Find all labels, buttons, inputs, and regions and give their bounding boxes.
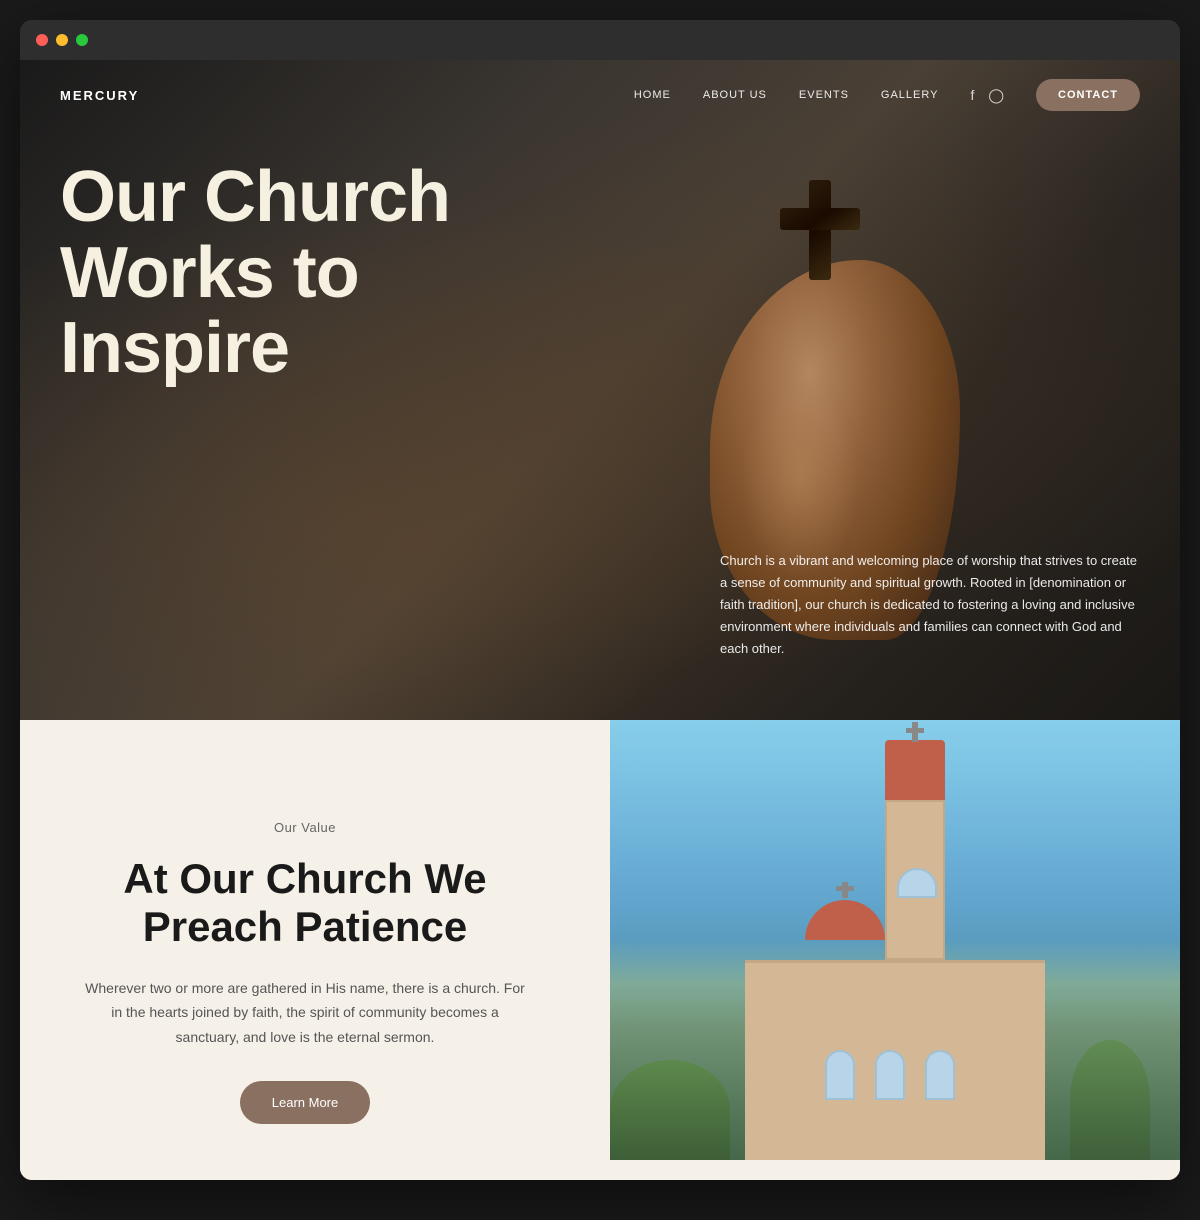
- facebook-icon[interactable]: f: [970, 87, 974, 103]
- website: MERCURY HOME ABOUT US EVENTS GALLERY f ◯…: [20, 60, 1180, 1180]
- nav-home[interactable]: HOME: [634, 89, 671, 101]
- section-body: Wherever two or more are gathered in His…: [80, 976, 530, 1050]
- browser-content: MERCURY HOME ABOUT US EVENTS GALLERY f ◯…: [20, 60, 1180, 1180]
- site-logo: MERCURY: [60, 88, 139, 103]
- minimize-button[interactable]: [56, 34, 68, 46]
- cross-shape: [780, 180, 860, 280]
- tree-right: [1070, 1040, 1150, 1160]
- hero-section: MERCURY HOME ABOUT US EVENTS GALLERY f ◯…: [20, 60, 1180, 720]
- hero-headline: Our Church Works to Inspire: [60, 160, 450, 387]
- church-windows: [825, 1050, 955, 1100]
- section-text-panel: Our Value At Our Church We Preach Patien…: [20, 780, 570, 1164]
- nav-links: HOME ABOUT US EVENTS GALLERY f ◯ CONTACT: [634, 79, 1140, 111]
- church-window-3: [925, 1050, 955, 1100]
- church-dome: [805, 900, 885, 940]
- close-button[interactable]: [36, 34, 48, 46]
- tree-left: [610, 1060, 730, 1160]
- tower-cross: [912, 722, 918, 742]
- tower-roof: [885, 740, 945, 800]
- church-image-panel: [610, 720, 1180, 1160]
- nav-social: f ◯: [970, 87, 1004, 104]
- section-label: Our Value: [80, 820, 530, 835]
- cross-horizontal: [780, 208, 860, 230]
- church-image-background: [610, 720, 1180, 1160]
- cross-vertical: [809, 180, 831, 280]
- nav-gallery[interactable]: GALLERY: [881, 89, 939, 101]
- section-title: At Our Church We Preach Patience: [80, 855, 530, 952]
- church-tower: [885, 800, 945, 960]
- church-body: [745, 960, 1045, 1160]
- instagram-icon[interactable]: ◯: [988, 87, 1004, 104]
- hero-description: Church is a vibrant and welcoming place …: [720, 550, 1140, 660]
- church-building: [695, 860, 1095, 1160]
- section-button-wrapper: Learn More: [80, 1081, 530, 1124]
- nav-about[interactable]: ABOUT US: [703, 89, 767, 101]
- browser-window: MERCURY HOME ABOUT US EVENTS GALLERY f ◯…: [20, 20, 1180, 1180]
- learn-more-button[interactable]: Learn More: [240, 1081, 370, 1124]
- church-window-2: [875, 1050, 905, 1100]
- nav-events[interactable]: EVENTS: [799, 89, 849, 101]
- section-inner: Our Value At Our Church We Preach Patien…: [20, 780, 1180, 1180]
- contact-button[interactable]: CONTACT: [1036, 79, 1140, 111]
- browser-titlebar: [20, 20, 1180, 60]
- hero-content: Our Church Works to Inspire: [60, 160, 450, 387]
- tower-window: [897, 868, 937, 898]
- church-window-1: [825, 1050, 855, 1100]
- dome-cross-h: [836, 886, 854, 891]
- second-section: Our Value At Our Church We Preach Patien…: [20, 720, 1180, 1180]
- navbar: MERCURY HOME ABOUT US EVENTS GALLERY f ◯…: [20, 60, 1180, 130]
- fullscreen-button[interactable]: [76, 34, 88, 46]
